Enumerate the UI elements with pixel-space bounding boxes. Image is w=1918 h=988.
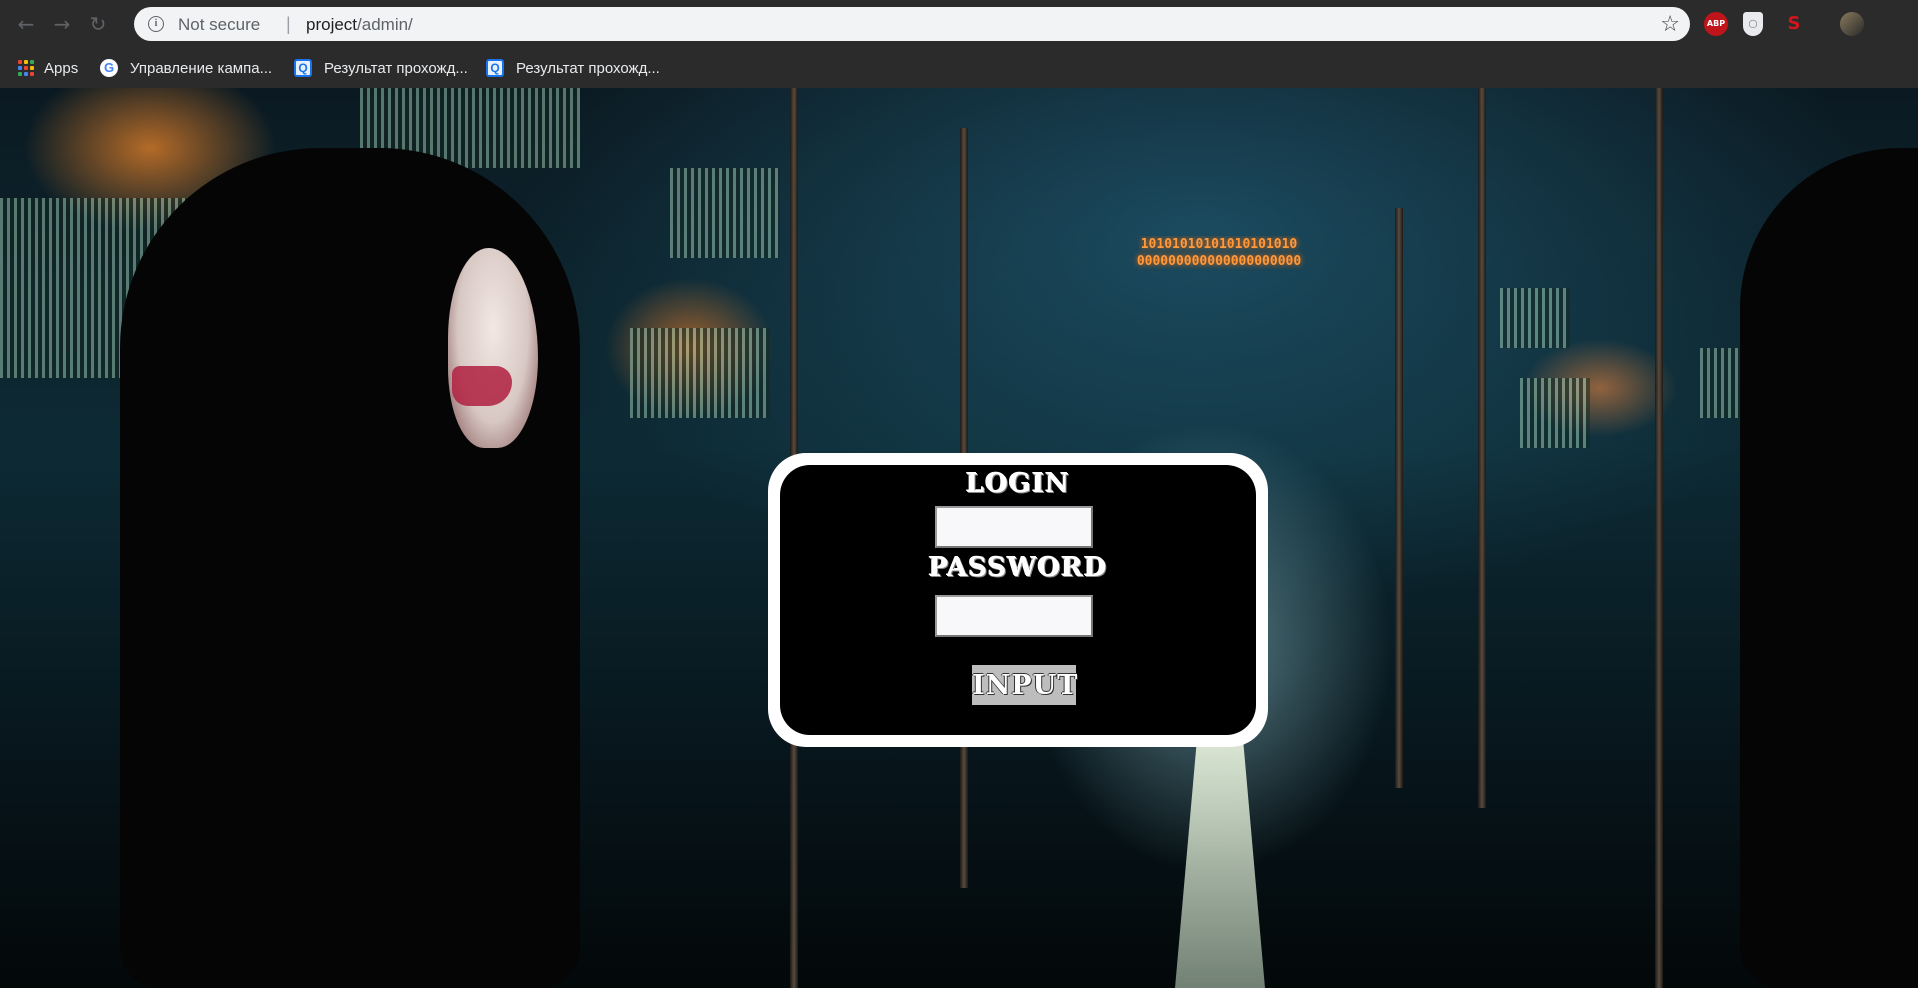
- login-input[interactable]: [935, 506, 1093, 548]
- apps-grid-icon: [18, 60, 34, 76]
- background-window: [630, 328, 770, 418]
- background-pole: [1395, 208, 1403, 788]
- adblock-extension-icon[interactable]: ABP: [1704, 12, 1728, 36]
- bookmark-apps[interactable]: Apps: [18, 54, 78, 82]
- bookmark-label: Apps: [44, 59, 79, 77]
- bookmark-label: Управление кампа...: [130, 59, 273, 77]
- bookmark-label: Результат прохожд...: [516, 59, 660, 77]
- address-bar[interactable]: i Not secure | project/admin/ ☆: [134, 7, 1690, 41]
- login-label: LOGIN: [965, 469, 1071, 499]
- quiz-icon: Q: [486, 59, 504, 77]
- mask-mouth: [452, 366, 512, 406]
- reload-icon[interactable]: ↻: [86, 12, 110, 36]
- quiz-icon: Q: [294, 59, 312, 77]
- url-text[interactable]: project/admin/: [306, 15, 413, 35]
- background-window: [1520, 378, 1590, 448]
- hooded-figure-right: [1740, 148, 1918, 988]
- login-card: LOGIN PASSWORD INPUT: [768, 453, 1268, 747]
- bookmark-item[interactable]: Q Результат прохожд...: [486, 54, 660, 82]
- url-path: /admin/: [357, 15, 413, 34]
- led-sign: 10101010101010101010 0000000000000000000…: [1136, 237, 1302, 269]
- bookmarks-bar: Apps G Управление кампа... Q Результат п…: [0, 48, 1918, 88]
- profile-avatar[interactable]: [1840, 12, 1864, 36]
- background-pole: [1478, 88, 1486, 808]
- input-submit-button[interactable]: INPUT: [972, 665, 1077, 705]
- security-label[interactable]: Not secure: [178, 15, 260, 35]
- background-pole: [1655, 88, 1663, 988]
- password-input[interactable]: [935, 595, 1093, 637]
- google-icon: G: [100, 59, 118, 77]
- shield-extension-icon[interactable]: ◯: [1743, 12, 1763, 36]
- url-host: project: [306, 15, 358, 34]
- bookmark-item[interactable]: Q Результат прохожд...: [294, 54, 468, 82]
- background-window: [1500, 288, 1570, 348]
- bookmark-item[interactable]: G Управление кампа...: [100, 54, 272, 82]
- floor-light-strip: [1175, 733, 1265, 988]
- bookmark-label: Результат прохожд...: [324, 59, 468, 77]
- forward-arrow-icon[interactable]: →: [50, 12, 74, 36]
- seo-extension-icon[interactable]: S: [1782, 12, 1806, 36]
- login-panel: LOGIN PASSWORD INPUT: [780, 465, 1256, 735]
- browser-toolbar: ← → ↻ i Not secure | project/admin/ ☆ AB…: [0, 0, 1918, 48]
- background-window: [670, 168, 780, 258]
- back-arrow-icon[interactable]: ←: [14, 12, 38, 36]
- browser-chrome: ← → ↻ i Not secure | project/admin/ ☆ AB…: [0, 0, 1918, 88]
- bookmark-star-icon[interactable]: ☆: [1660, 12, 1680, 37]
- password-label: PASSWORD: [928, 553, 1108, 583]
- info-icon[interactable]: i: [148, 16, 164, 32]
- url-separator: |: [286, 14, 291, 34]
- page-viewport: 10101010101010101010 0000000000000000000…: [0, 88, 1918, 988]
